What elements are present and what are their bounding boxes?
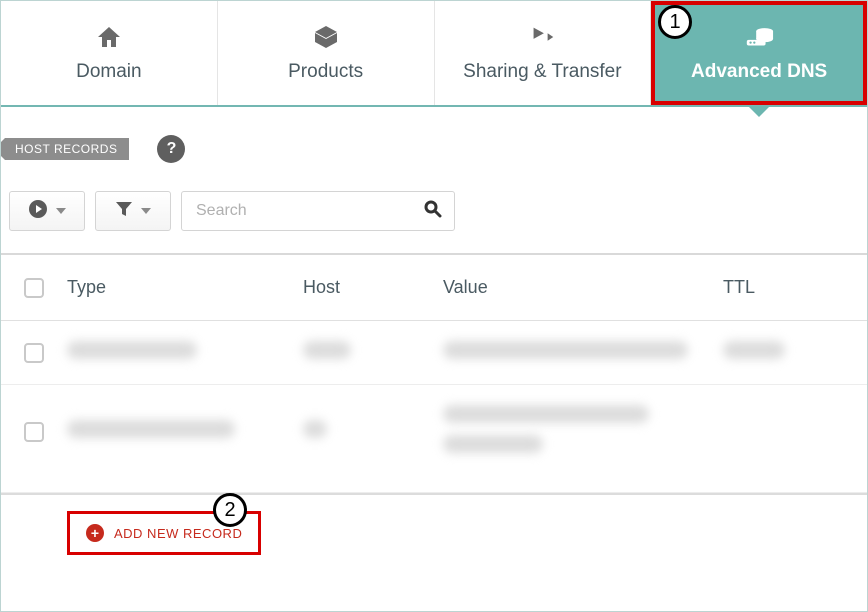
tab-label-advanced-dns: Advanced DNS	[691, 61, 827, 83]
col-header-ttl[interactable]: TTL	[723, 277, 867, 298]
table-row[interactable]	[1, 321, 867, 385]
table-header: Type Host Value TTL	[1, 255, 867, 321]
home-icon	[94, 23, 124, 51]
tab-label-domain: Domain	[76, 61, 141, 83]
row-checkbox[interactable]	[24, 343, 44, 363]
tab-label-products: Products	[288, 61, 363, 83]
cube-icon	[311, 23, 341, 51]
play-icon	[28, 199, 48, 224]
search-box[interactable]	[181, 191, 455, 231]
col-header-type[interactable]: Type	[67, 277, 303, 298]
help-icon-glyph: ?	[167, 140, 177, 158]
blurred-cell	[67, 420, 235, 438]
blurred-cell	[67, 341, 197, 359]
tab-products[interactable]: Products	[218, 1, 435, 105]
host-records-tag: HOST RECORDS	[5, 138, 129, 160]
search-icon[interactable]	[424, 200, 442, 223]
plus-circle-icon: +	[86, 524, 104, 542]
records-table: Type Host Value TTL	[1, 253, 867, 493]
chevron-down-icon	[56, 208, 66, 214]
blurred-cell	[443, 435, 543, 453]
annotation-step-1-number: 1	[669, 11, 680, 34]
annotation-step-1: 1	[658, 5, 692, 39]
server-stack-icon	[744, 23, 774, 51]
funnel-icon	[115, 200, 133, 223]
row-checkbox[interactable]	[24, 422, 44, 442]
search-input[interactable]	[194, 201, 424, 221]
table-footer: + ADD NEW RECORD 2	[1, 493, 867, 585]
add-new-record-label: ADD NEW RECORD	[114, 526, 242, 541]
annotation-step-2-number: 2	[224, 499, 235, 522]
chevron-down-icon	[141, 208, 151, 214]
tab-domain[interactable]: Domain	[1, 1, 218, 105]
play-dropdown-button[interactable]	[9, 191, 85, 231]
blurred-cell	[723, 341, 785, 359]
select-all-checkbox[interactable]	[24, 278, 44, 298]
annotation-step-2: 2	[213, 493, 247, 527]
col-header-host[interactable]: Host	[303, 277, 443, 298]
blurred-cell	[303, 341, 351, 359]
blurred-cell	[303, 420, 327, 438]
top-tabbar: Domain Products Sharing & Transfer	[1, 1, 867, 107]
table-row[interactable]	[1, 385, 867, 493]
dns-management-panel: Domain Products Sharing & Transfer	[0, 0, 868, 612]
col-header-value[interactable]: Value	[443, 277, 723, 298]
help-icon[interactable]: ?	[157, 135, 185, 163]
records-toolbar	[1, 173, 867, 253]
section-host-records: HOST RECORDS ?	[1, 107, 867, 173]
share-transfer-icon	[527, 23, 557, 51]
tab-label-sharing: Sharing & Transfer	[463, 61, 621, 83]
blurred-cell	[443, 341, 688, 359]
blurred-cell	[443, 405, 649, 423]
filter-dropdown-button[interactable]	[95, 191, 171, 231]
tab-sharing[interactable]: Sharing & Transfer	[435, 1, 652, 105]
